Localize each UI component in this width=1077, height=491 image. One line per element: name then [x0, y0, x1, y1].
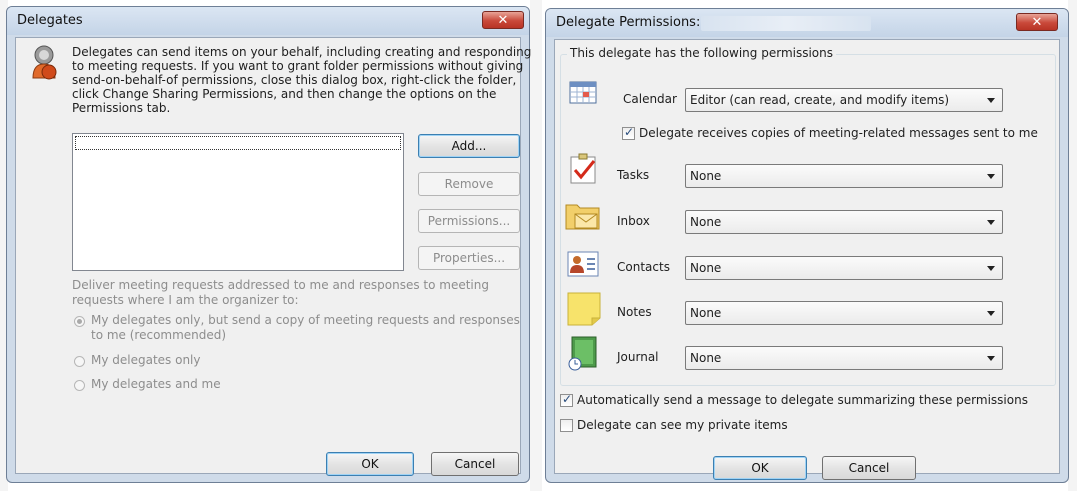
chevron-down-icon [987, 220, 995, 225]
radio-delegates-only-copy[interactable] [74, 316, 85, 327]
notes-icon [567, 292, 601, 326]
permissions-title: Delegate Permissions: [556, 15, 701, 30]
auto-send-label: Automatically send a message to delegate… [577, 393, 1028, 407]
delegates-description-line-3: send-on-behalf-of permissions, close thi… [72, 73, 517, 87]
delegates-cancel-button[interactable]: Cancel [431, 452, 519, 476]
delegates-ok-button[interactable]: OK [326, 452, 414, 476]
delegate-permissions-dialog: Delegate Permissions: ✕ This delegate ha… [545, 8, 1069, 483]
chevron-down-icon [987, 266, 995, 271]
journal-permission-select[interactable]: None [685, 346, 1003, 370]
radio-delegates-only-label: My delegates only [91, 353, 201, 367]
tasks-permission-value: None [690, 169, 722, 183]
calendar-permission-value: Editor (can read, create, and modify ite… [690, 93, 950, 107]
tasks-label: Tasks [617, 168, 650, 182]
radio-delegates-only-copy-label-1: My delegates only, but send a copy of me… [91, 313, 520, 327]
inbox-label: Inbox [617, 214, 650, 228]
permissions-titlebar: Delegate Permissions: ✕ [546, 9, 1068, 37]
close-icon: ✕ [1031, 15, 1043, 30]
notes-permission-select[interactable]: None [685, 301, 1003, 325]
contacts-permission-value: None [690, 261, 722, 275]
radio-delegates-and-me-label: My delegates and me [91, 377, 221, 391]
journal-label: Journal [617, 350, 659, 364]
journal-icon [568, 336, 597, 371]
chevron-down-icon [987, 174, 995, 179]
delegates-list[interactable] [72, 133, 404, 271]
delegates-description-line-2: to meeting requests. If you want to gran… [72, 59, 524, 73]
inbox-icon [565, 204, 600, 230]
tasks-icon [570, 153, 596, 184]
delegates-client-area: Delegates can send items on your behalf,… [15, 37, 531, 476]
permissions-close-button[interactable]: ✕ [1016, 13, 1058, 31]
notes-label: Notes [617, 305, 652, 319]
private-items-checkbox[interactable] [560, 419, 573, 432]
radio-delegates-and-me[interactable] [74, 380, 85, 391]
meeting-copy-label: Delegate receives copies of meeting-rela… [639, 126, 1038, 140]
permissions-cancel-button[interactable]: Cancel [822, 456, 916, 480]
inbox-permission-select[interactable]: None [685, 210, 1003, 234]
chevron-down-icon [987, 311, 995, 316]
add-button[interactable]: Add... [418, 134, 520, 158]
contacts-permission-select[interactable]: None [685, 256, 1003, 280]
radio-delegates-only-copy-label-2: to me (recommended) [91, 328, 227, 342]
deliver-text-line-2: requests where I am the organizer to: [72, 293, 299, 307]
permissions-ok-button[interactable]: OK [713, 456, 807, 480]
properties-button[interactable]: Properties... [418, 246, 520, 270]
delegates-dialog: Delegates ✕ Delegates can send items on … [6, 6, 531, 483]
delegates-close-button[interactable]: ✕ [482, 11, 524, 29]
chevron-down-icon [987, 98, 995, 103]
delegates-description-line-4: click Change Sharing Permissions, and th… [72, 87, 497, 101]
auto-send-checkbox[interactable] [560, 392, 573, 407]
calendar-label: Calendar [623, 92, 677, 106]
private-items-label: Delegate can see my private items [577, 418, 788, 432]
permissions-client-area: This delegate has the following permissi… [554, 39, 1060, 480]
remove-button[interactable]: Remove [418, 172, 520, 196]
delegates-description-line-1: Delegates can send items on your behalf,… [72, 45, 532, 59]
permissions-group-label: This delegate has the following permissi… [567, 46, 837, 60]
delegates-list-focus [75, 136, 401, 150]
delegates-title: Delegates [17, 13, 83, 28]
meeting-copy-checkbox[interactable] [622, 125, 635, 140]
delegates-titlebar: Delegates ✕ [7, 7, 529, 35]
calendar-permission-select[interactable]: Editor (can read, create, and modify ite… [685, 88, 1003, 112]
background-window-right [1068, 0, 1077, 491]
chevron-down-icon [987, 356, 995, 361]
radio-delegates-only[interactable] [74, 356, 85, 367]
calendar-icon [569, 81, 597, 104]
notes-permission-value: None [690, 306, 722, 320]
background-window-middle [530, 0, 542, 491]
close-icon: ✕ [497, 13, 509, 28]
tasks-permission-select[interactable]: None [685, 164, 1003, 188]
inbox-permission-value: None [690, 215, 722, 229]
journal-permission-value: None [690, 351, 722, 365]
contacts-label: Contacts [617, 260, 670, 274]
redacted-name [701, 16, 871, 31]
contacts-icon [567, 251, 599, 277]
delegates-description-line-5: Permissions tab. [72, 101, 171, 115]
delegates-people-icon [32, 45, 57, 80]
deliver-text-line-1: Deliver meeting requests addressed to me… [72, 278, 489, 292]
permissions-button[interactable]: Permissions... [418, 209, 520, 233]
